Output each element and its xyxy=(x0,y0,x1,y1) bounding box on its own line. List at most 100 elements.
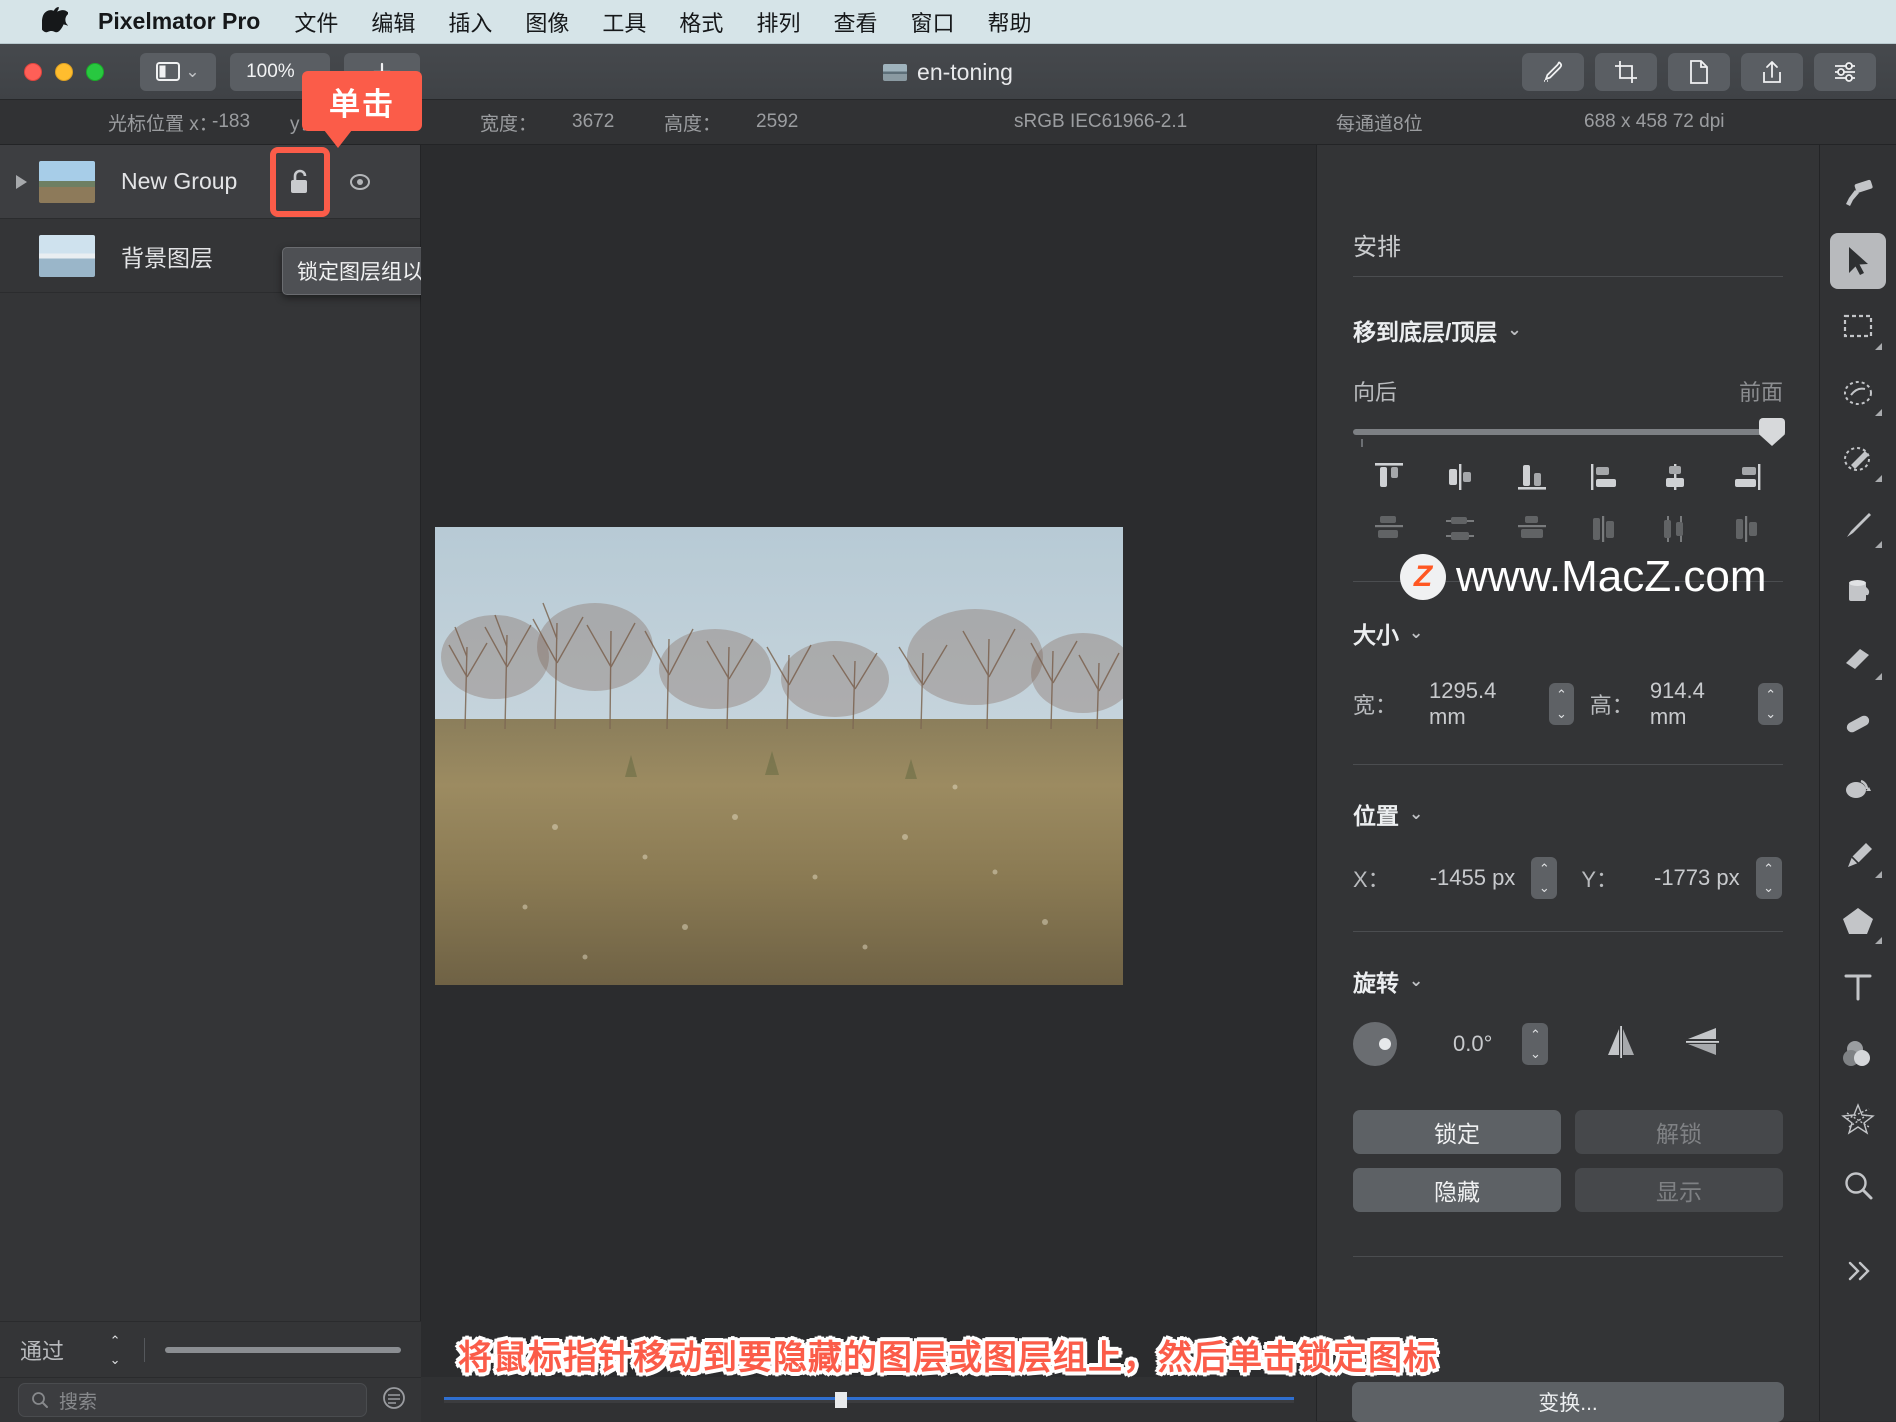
share-icon[interactable] xyxy=(1741,53,1803,91)
menu-item-arrange[interactable]: 排列 xyxy=(756,6,800,38)
position-fields: X： -1455 px ⌃ ⌄ Y： -1773 px ⌃ ⌄ xyxy=(1353,857,1783,899)
menu-item-help[interactable]: 帮助 xyxy=(987,6,1031,38)
pos-y-stepper[interactable]: ⌃ ⌄ xyxy=(1755,857,1782,899)
paint-bucket-icon[interactable] xyxy=(1830,563,1886,619)
align-bottom-icon[interactable] xyxy=(1496,461,1568,493)
scrollbar-handle[interactable] xyxy=(834,1391,847,1408)
repair-icon[interactable] xyxy=(1830,695,1886,751)
rotation-dial[interactable] xyxy=(1353,1022,1397,1066)
distribute-right-icon[interactable] xyxy=(1711,513,1783,545)
eraser-icon[interactable] xyxy=(1830,629,1886,685)
distribute-left-icon[interactable] xyxy=(1568,513,1640,545)
rectangle-marquee-icon[interactable] xyxy=(1830,299,1886,355)
more-tools-icon[interactable] xyxy=(1830,1243,1886,1299)
pos-x-label: X： xyxy=(1353,867,1390,892)
horizontal-scrollbar[interactable] xyxy=(443,1391,1294,1408)
layer-visibility-toggle[interactable] xyxy=(340,173,380,191)
document-info-bar: 光标位置 x： -183 y： -178 宽度： 3672 高度： 2592 s… xyxy=(0,100,1896,145)
image-height-value: 2592 xyxy=(756,111,799,132)
disclosure-triangle-icon[interactable] xyxy=(16,174,27,189)
distribute-top-icon[interactable] xyxy=(1353,513,1425,545)
canvas-image[interactable] xyxy=(435,527,1123,985)
search-input[interactable]: 搜索 xyxy=(18,1383,367,1417)
pos-y-value[interactable]: -1773 px xyxy=(1654,865,1740,891)
retouch-icon[interactable] xyxy=(1522,53,1584,91)
unlock-button[interactable]: 解锁 xyxy=(1575,1110,1783,1154)
paint-roller-icon[interactable] xyxy=(1830,167,1886,223)
arrow-select-icon[interactable] xyxy=(1830,233,1886,289)
menu-item-format[interactable]: 格式 xyxy=(679,6,723,38)
paintbrush-icon[interactable] xyxy=(1830,497,1886,553)
align-left-icon[interactable] xyxy=(1568,461,1640,493)
menu-item-image[interactable]: 图像 xyxy=(525,6,569,38)
shape-pentagon-icon[interactable] xyxy=(1830,893,1886,949)
pen-icon[interactable] xyxy=(1830,827,1886,883)
layer-name[interactable]: 背景图层 xyxy=(121,239,213,273)
pos-x-value[interactable]: -1455 px xyxy=(1430,865,1516,891)
tool-options-corner xyxy=(1875,871,1882,878)
menu-item-tools[interactable]: 工具 xyxy=(602,6,646,38)
lock-button[interactable]: 锁定 xyxy=(1353,1110,1561,1154)
magnetic-select-icon[interactable] xyxy=(1830,431,1886,487)
minimize-button[interactable] xyxy=(55,62,73,81)
distribute-middle-icon[interactable] xyxy=(1425,513,1497,545)
align-center-horizontal-icon[interactable] xyxy=(1425,461,1497,493)
search-placeholder: 搜索 xyxy=(59,1391,98,1413)
inspector-title: 安排 xyxy=(1353,234,1401,261)
layer-row[interactable]: New Group xyxy=(0,145,420,219)
document-icon[interactable] xyxy=(1668,53,1730,91)
slider-handle[interactable] xyxy=(1759,418,1785,446)
width-stepper[interactable]: ⌃ ⌄ xyxy=(1549,683,1574,725)
align-top-icon[interactable] xyxy=(1353,461,1425,493)
canvas-area[interactable] xyxy=(421,145,1316,1421)
color-adjust-icon[interactable] xyxy=(1830,1025,1886,1081)
hide-button[interactable]: 隐藏 xyxy=(1353,1168,1561,1212)
sidebar-toggle-button[interactable]: ⌄ xyxy=(140,52,216,91)
layer-name[interactable]: New Group xyxy=(121,168,237,195)
menubar-app-name[interactable]: Pixelmator Pro xyxy=(98,8,260,35)
clone-stamp-icon[interactable] xyxy=(1830,761,1886,817)
position-section-header[interactable]: 位置 ⌄ xyxy=(1353,797,1783,831)
flip-vertical-icon[interactable] xyxy=(1682,1025,1724,1064)
maximize-button[interactable] xyxy=(86,62,104,81)
image-width-value: 3672 xyxy=(572,111,615,132)
layer-lock-button[interactable] xyxy=(270,146,330,217)
effects-icon[interactable] xyxy=(1830,1091,1886,1147)
align-center-vertical-icon[interactable] xyxy=(1640,461,1712,493)
rotation-stepper[interactable]: ⌃ ⌄ xyxy=(1522,1023,1549,1065)
height-value[interactable]: 914.4 mm xyxy=(1650,678,1743,730)
arrange-order-menu[interactable]: 移到底层/顶层 ⌄ xyxy=(1353,313,1783,347)
menu-item-window[interactable]: 窗口 xyxy=(910,6,954,38)
pos-x-stepper[interactable]: ⌃ ⌄ xyxy=(1531,857,1558,899)
size-section-header[interactable]: 大小 ⌄ xyxy=(1353,616,1783,650)
menu-item-view[interactable]: 查看 xyxy=(833,6,877,38)
click-callout: 单击 xyxy=(302,71,422,148)
rotation-value[interactable]: 0.0° xyxy=(1453,1031,1492,1057)
show-button[interactable]: 显示 xyxy=(1575,1168,1783,1212)
width-value[interactable]: 1295.4 mm xyxy=(1429,678,1533,730)
rotation-section-header[interactable]: 旋转 ⌄ xyxy=(1353,964,1783,998)
menu-item-file[interactable]: 文件 xyxy=(294,6,338,38)
height-stepper[interactable]: ⌃ ⌄ xyxy=(1758,683,1784,725)
distribute-bottom-icon[interactable] xyxy=(1496,513,1568,545)
menu-item-edit[interactable]: 编辑 xyxy=(371,6,415,38)
transform-button[interactable]: 变换... xyxy=(1352,1382,1784,1422)
align-right-icon[interactable] xyxy=(1711,461,1783,493)
crop-icon[interactable] xyxy=(1595,53,1657,91)
arrange-slider[interactable] xyxy=(1353,418,1785,447)
distribute-center-icon[interactable] xyxy=(1640,513,1712,545)
zoom-icon[interactable] xyxy=(1830,1157,1886,1213)
menu-item-insert[interactable]: 插入 xyxy=(448,6,492,38)
instruction-note: 将鼠标指针移动到要隐藏的图层或图层组上，然后单击锁定图标 xyxy=(458,1339,1438,1377)
text-icon[interactable] xyxy=(1830,959,1886,1015)
flip-horizontal-icon[interactable] xyxy=(1600,1025,1642,1064)
pos-y-label: Y： xyxy=(1581,867,1618,892)
size-label: 大小 xyxy=(1353,622,1399,648)
close-button[interactable] xyxy=(24,62,42,81)
freeform-select-icon[interactable] xyxy=(1830,365,1886,421)
sliders-icon[interactable] xyxy=(1814,53,1876,91)
apple-logo-icon[interactable] xyxy=(42,6,68,37)
rotation-controls: 0.0° ⌃ ⌄ xyxy=(1353,1022,1783,1066)
filter-icon[interactable] xyxy=(381,1385,407,1416)
window-titlebar: ⌄ 100% ⌄ en-toning xyxy=(0,44,1896,100)
